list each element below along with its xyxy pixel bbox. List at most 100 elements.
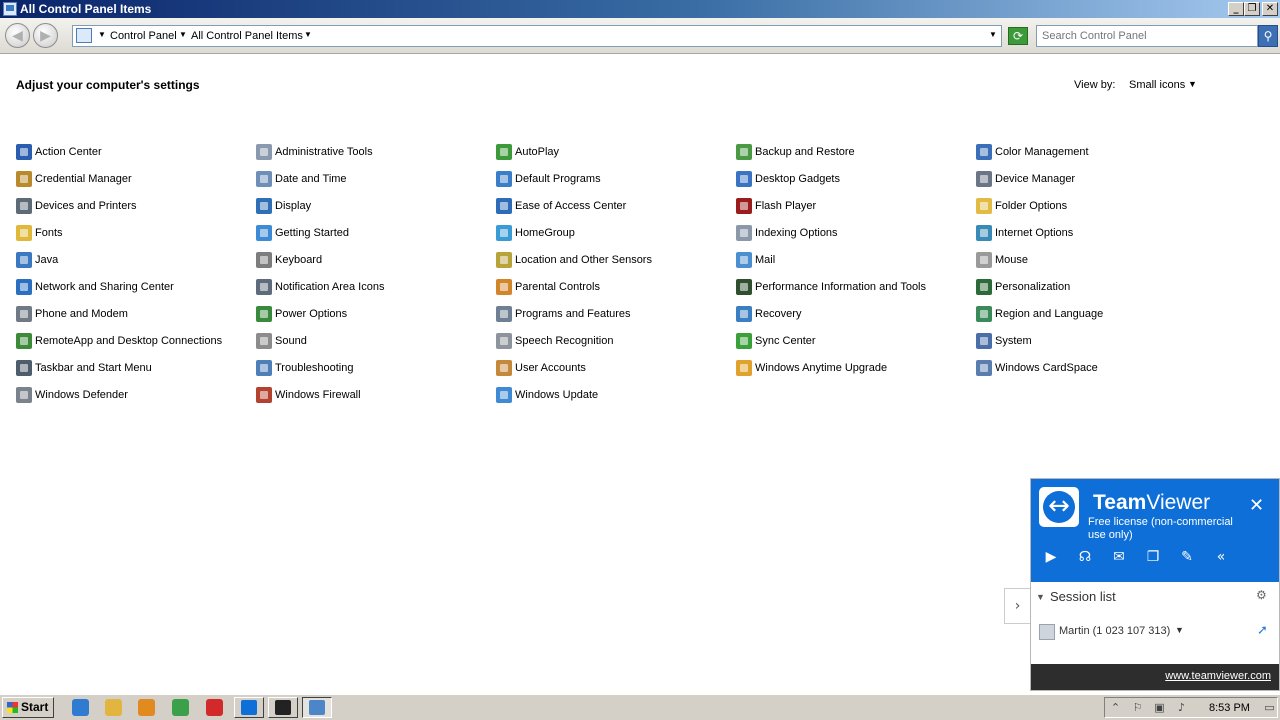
show-hidden-icons-icon[interactable]: ⌃ xyxy=(1109,701,1122,714)
control-panel-address-icon xyxy=(76,28,92,43)
phone-icon xyxy=(16,306,32,322)
teamviewer-expand-button[interactable]: › xyxy=(1004,588,1030,624)
ie-icon[interactable] xyxy=(72,699,89,716)
globe-icon xyxy=(976,306,992,322)
mouse-icon xyxy=(976,252,992,268)
teamviewer-panel: TeamViewer Free license (non-commercial … xyxy=(1030,478,1280,691)
show-desktop-icon[interactable]: ▭ xyxy=(1263,701,1276,714)
view-by-dropdown[interactable]: Small icons xyxy=(1129,79,1185,91)
control-panel-item-label: AutoPlay xyxy=(515,146,560,158)
back-button[interactable]: ◀ xyxy=(5,23,30,48)
speaker-icon xyxy=(256,333,272,349)
notification-icon xyxy=(256,279,272,295)
control-panel-item-label: Taskbar and Start Menu xyxy=(35,362,152,374)
action-center-flag-icon[interactable]: ⚐ xyxy=(1131,701,1144,714)
chevron-down-icon[interactable]: ▼ xyxy=(1175,625,1184,635)
volume-icon[interactable]: ♪ xyxy=(1175,701,1188,714)
breadcrumb-control-panel[interactable]: Control Panel xyxy=(110,30,177,42)
calendar-icon xyxy=(256,171,272,187)
control-panel-item-label: Network and Sharing Center xyxy=(35,281,174,293)
session-contact[interactable]: Martin (1 023 107 313) xyxy=(1059,625,1170,637)
users-icon xyxy=(496,360,512,376)
teamviewer-footer: www.teamviewer.com xyxy=(1031,664,1279,690)
opera-icon[interactable] xyxy=(206,699,223,716)
taskbar-button[interactable] xyxy=(302,697,332,718)
control-panel-item-label: Flash Player xyxy=(755,200,817,212)
refresh-button[interactable]: ⟳ xyxy=(1008,27,1028,45)
mail-icon xyxy=(736,252,752,268)
internet-icon xyxy=(976,225,992,241)
video-call-icon[interactable]: ▶ xyxy=(1041,548,1061,566)
control-panel-item-label: Speech Recognition xyxy=(515,335,614,347)
control-panel-item-label: Backup and Restore xyxy=(755,146,855,158)
control-panel-item-label: Display xyxy=(275,200,312,212)
address-root-chevron[interactable]: ▼ xyxy=(98,30,106,39)
homegroup-icon xyxy=(496,225,512,241)
folder-fonts-icon xyxy=(16,225,32,241)
close-button[interactable]: ✕ xyxy=(1262,2,1278,16)
update-icon xyxy=(496,387,512,403)
control-panel-item-label: Internet Options xyxy=(995,227,1074,239)
breadcrumb-chevron[interactable]: ▼ xyxy=(304,30,312,39)
breadcrumb-chevron[interactable]: ▼ xyxy=(179,30,187,39)
gear-icon[interactable]: ⚙ xyxy=(1256,588,1267,602)
breadcrumb-all-items[interactable]: All Control Panel Items xyxy=(191,30,303,42)
network-icon[interactable]: ▣ xyxy=(1153,701,1166,714)
backup-icon xyxy=(736,144,752,160)
start-button[interactable]: Start xyxy=(2,697,54,718)
explorer-icon[interactable] xyxy=(105,699,122,716)
control-panel-item-label: Performance Information and Tools xyxy=(755,281,926,293)
pointer-icon[interactable]: ➚ xyxy=(1257,623,1268,638)
address-history-dropdown[interactable]: ▼ xyxy=(989,30,997,39)
control-panel-item-label: Folder Options xyxy=(995,200,1068,212)
teamviewer-link[interactable]: www.teamviewer.com xyxy=(1165,670,1271,682)
session-list-title[interactable]: Session list xyxy=(1050,589,1116,604)
search-input[interactable] xyxy=(1037,26,1247,46)
control-panel-icon xyxy=(3,2,17,16)
file-transfer-icon[interactable]: ❐ xyxy=(1143,548,1163,566)
taskbar-button[interactable] xyxy=(268,697,298,718)
headset-icon[interactable]: ☊ xyxy=(1075,548,1095,566)
troubleshoot-icon xyxy=(256,360,272,376)
teamviewer-header: TeamViewer Free license (non-commercial … xyxy=(1031,479,1279,582)
parental-icon xyxy=(496,279,512,295)
control-panel-item-label: Parental Controls xyxy=(515,281,600,293)
collapse-icon[interactable]: « xyxy=(1211,548,1231,566)
system-tray: ⌃ ⚐ ▣ ♪ 8:53 PM ▭ xyxy=(1104,697,1278,718)
chat-icon[interactable]: ✉ xyxy=(1109,548,1129,566)
address-bar[interactable]: ▼ Control Panel ▼ All Control Panel Item… xyxy=(72,25,1002,47)
performance-icon xyxy=(736,279,752,295)
minimize-button[interactable]: _ xyxy=(1228,2,1244,16)
media-player-icon[interactable] xyxy=(138,699,155,716)
personalization-icon xyxy=(976,279,992,295)
whiteboard-icon[interactable]: ✎ xyxy=(1177,548,1197,566)
taskbar-button[interactable] xyxy=(234,697,264,718)
chrome-icon[interactable] xyxy=(172,699,189,716)
control-panel-item-label: Windows Update xyxy=(515,389,599,401)
clock[interactable]: 8:53 PM xyxy=(1209,702,1250,714)
teamviewer-task-icon xyxy=(241,700,257,715)
session-list-toggle-icon[interactable]: ▼ xyxy=(1036,592,1045,602)
teamviewer-close-icon[interactable]: ✕ xyxy=(1249,495,1264,516)
taskbar: Start ⌃ ⚐ ▣ ♪ 8:53 PM ▭ xyxy=(0,694,1280,720)
brand-bold: Team xyxy=(1093,491,1147,514)
restore-button[interactable]: ❐ xyxy=(1244,2,1260,16)
network-icon xyxy=(16,279,32,295)
admin-tools-icon xyxy=(256,144,272,160)
chevron-down-icon[interactable]: ▼ xyxy=(1188,79,1197,89)
windows-flag-icon xyxy=(7,702,18,713)
folder-options-icon xyxy=(976,198,992,214)
forward-button[interactable]: ▶ xyxy=(33,23,58,48)
control-panel-item-label: Ease of Access Center xyxy=(515,200,627,212)
control-panel-item-label: RemoteApp and Desktop Connections xyxy=(35,335,223,347)
control-panel-item-label: Location and Other Sensors xyxy=(515,254,652,266)
start-label: Start xyxy=(21,700,49,714)
control-panel-item-label: Windows CardSpace xyxy=(995,362,1098,374)
control-panel-item-label: Color Management xyxy=(995,146,1089,158)
search-icon[interactable]: ⚲ xyxy=(1258,25,1278,47)
control-panel-item-label: Windows Firewall xyxy=(275,389,361,401)
control-panel-item-label: Sound xyxy=(275,335,307,347)
cardspace-icon xyxy=(976,360,992,376)
control-panel-item-label: Fonts xyxy=(35,227,63,239)
search-box[interactable] xyxy=(1036,25,1258,47)
